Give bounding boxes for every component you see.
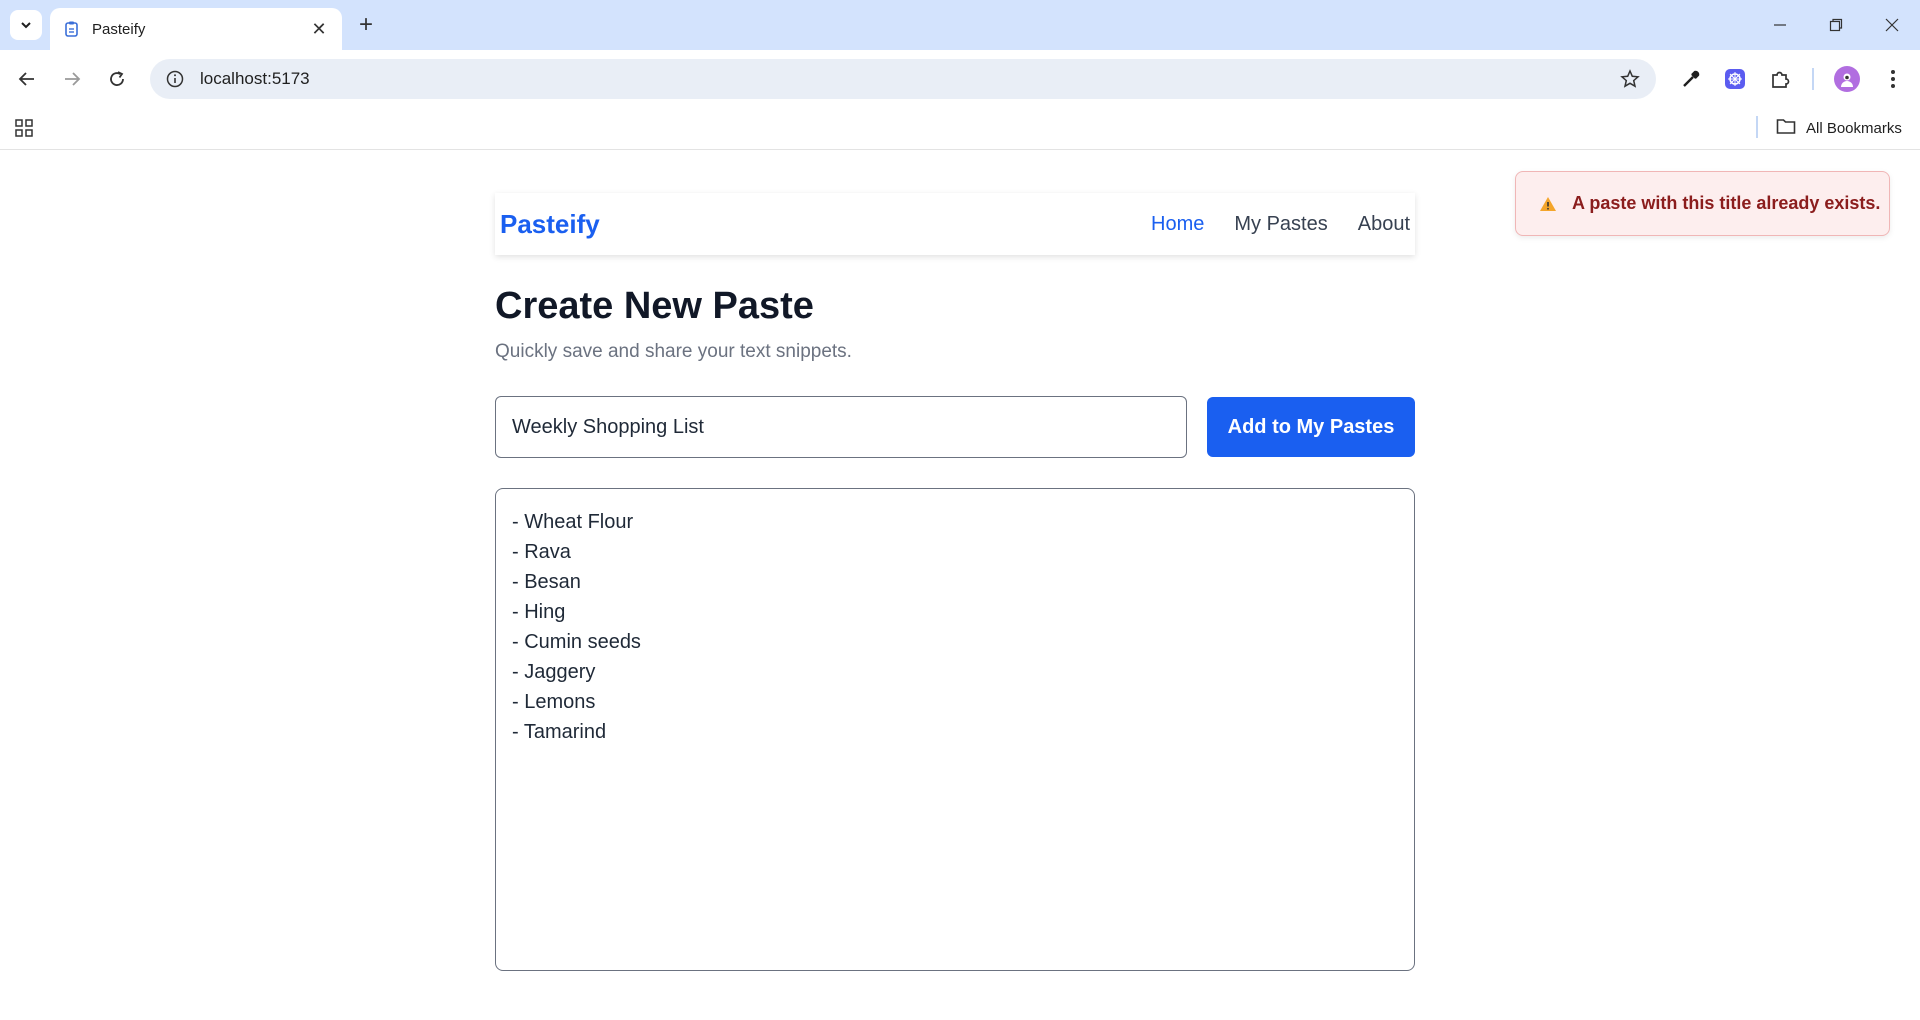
add-to-my-pastes-button[interactable]: Add to My Pastes (1207, 397, 1415, 457)
close-icon[interactable]: ✕ (308, 18, 330, 40)
browser-toolbar: localhost:5173 (0, 50, 1920, 108)
page-viewport: Pasteify Home My Pastes About Create New… (0, 151, 1920, 1020)
tab-search-icon[interactable] (10, 10, 42, 40)
folder-icon (1776, 117, 1796, 140)
eyedropper-icon[interactable] (1675, 63, 1707, 95)
reload-icon[interactable] (101, 63, 133, 95)
menu-dots-icon[interactable] (1877, 63, 1909, 95)
nav-link-my-pastes[interactable]: My Pastes (1234, 213, 1327, 236)
browser-tab[interactable]: Pasteify ✕ (50, 8, 342, 50)
brand-logo[interactable]: Pasteify (500, 209, 600, 240)
content-line: - Besan (512, 571, 581, 593)
warning-icon (1538, 194, 1558, 214)
bookmarks-divider (1756, 116, 1758, 138)
minimize-icon[interactable] (1752, 0, 1808, 50)
nav-link-home[interactable]: Home (1151, 213, 1204, 236)
content-line: - Cumin seeds (512, 631, 641, 653)
restore-icon[interactable] (1808, 0, 1864, 50)
browser-tabstrip: Pasteify ✕ + (0, 0, 1920, 50)
star-icon[interactable] (1618, 67, 1642, 91)
all-bookmarks-label: All Bookmarks (1806, 119, 1902, 137)
page-subtitle: Quickly save and share your text snippet… (495, 341, 852, 362)
content-line: - Lemons (512, 691, 596, 713)
toast-message: A paste with this title already exists. (1572, 193, 1881, 213)
url-text: localhost:5173 (200, 69, 310, 88)
site-info-icon[interactable] (164, 68, 186, 90)
forward-icon[interactable] (56, 63, 88, 95)
window-controls (1752, 0, 1920, 50)
paste-title-input[interactable] (495, 396, 1187, 458)
profile-avatar-icon[interactable] (1834, 66, 1860, 92)
plus-icon[interactable]: + (352, 11, 380, 39)
puzzle-icon[interactable] (1764, 63, 1796, 95)
error-toast[interactable]: A paste with this title already exists. (1515, 171, 1890, 236)
nav-links: Home My Pastes About (1151, 213, 1410, 236)
paste-content-textarea[interactable]: - Wheat Flour - Rava - Besan - Hing - Cu… (495, 488, 1415, 971)
extension-app-icon[interactable] (1719, 63, 1751, 95)
apps-grid-icon[interactable] (12, 116, 36, 140)
address-bar[interactable]: localhost:5173 (150, 59, 1656, 99)
nav-link-about[interactable]: About (1358, 213, 1410, 236)
window-close-icon[interactable] (1864, 0, 1920, 50)
all-bookmarks-button[interactable]: All Bookmarks (1776, 114, 1902, 142)
app-navbar: Pasteify Home My Pastes About (495, 193, 1415, 255)
pasteify-favicon-icon (62, 19, 82, 39)
content-line: - Wheat Flour (512, 511, 634, 533)
content-line: - Hing (512, 601, 566, 623)
content-line: - Rava (512, 541, 571, 563)
bookmarks-bar: All Bookmarks (0, 108, 1920, 150)
content-line: - Tamarind (512, 721, 607, 743)
content-line: - Jaggery (512, 661, 596, 683)
tab-title: Pasteify (92, 20, 146, 38)
toolbar-divider (1812, 68, 1814, 90)
page-title: Create New Paste (495, 285, 814, 327)
back-icon[interactable] (11, 63, 43, 95)
